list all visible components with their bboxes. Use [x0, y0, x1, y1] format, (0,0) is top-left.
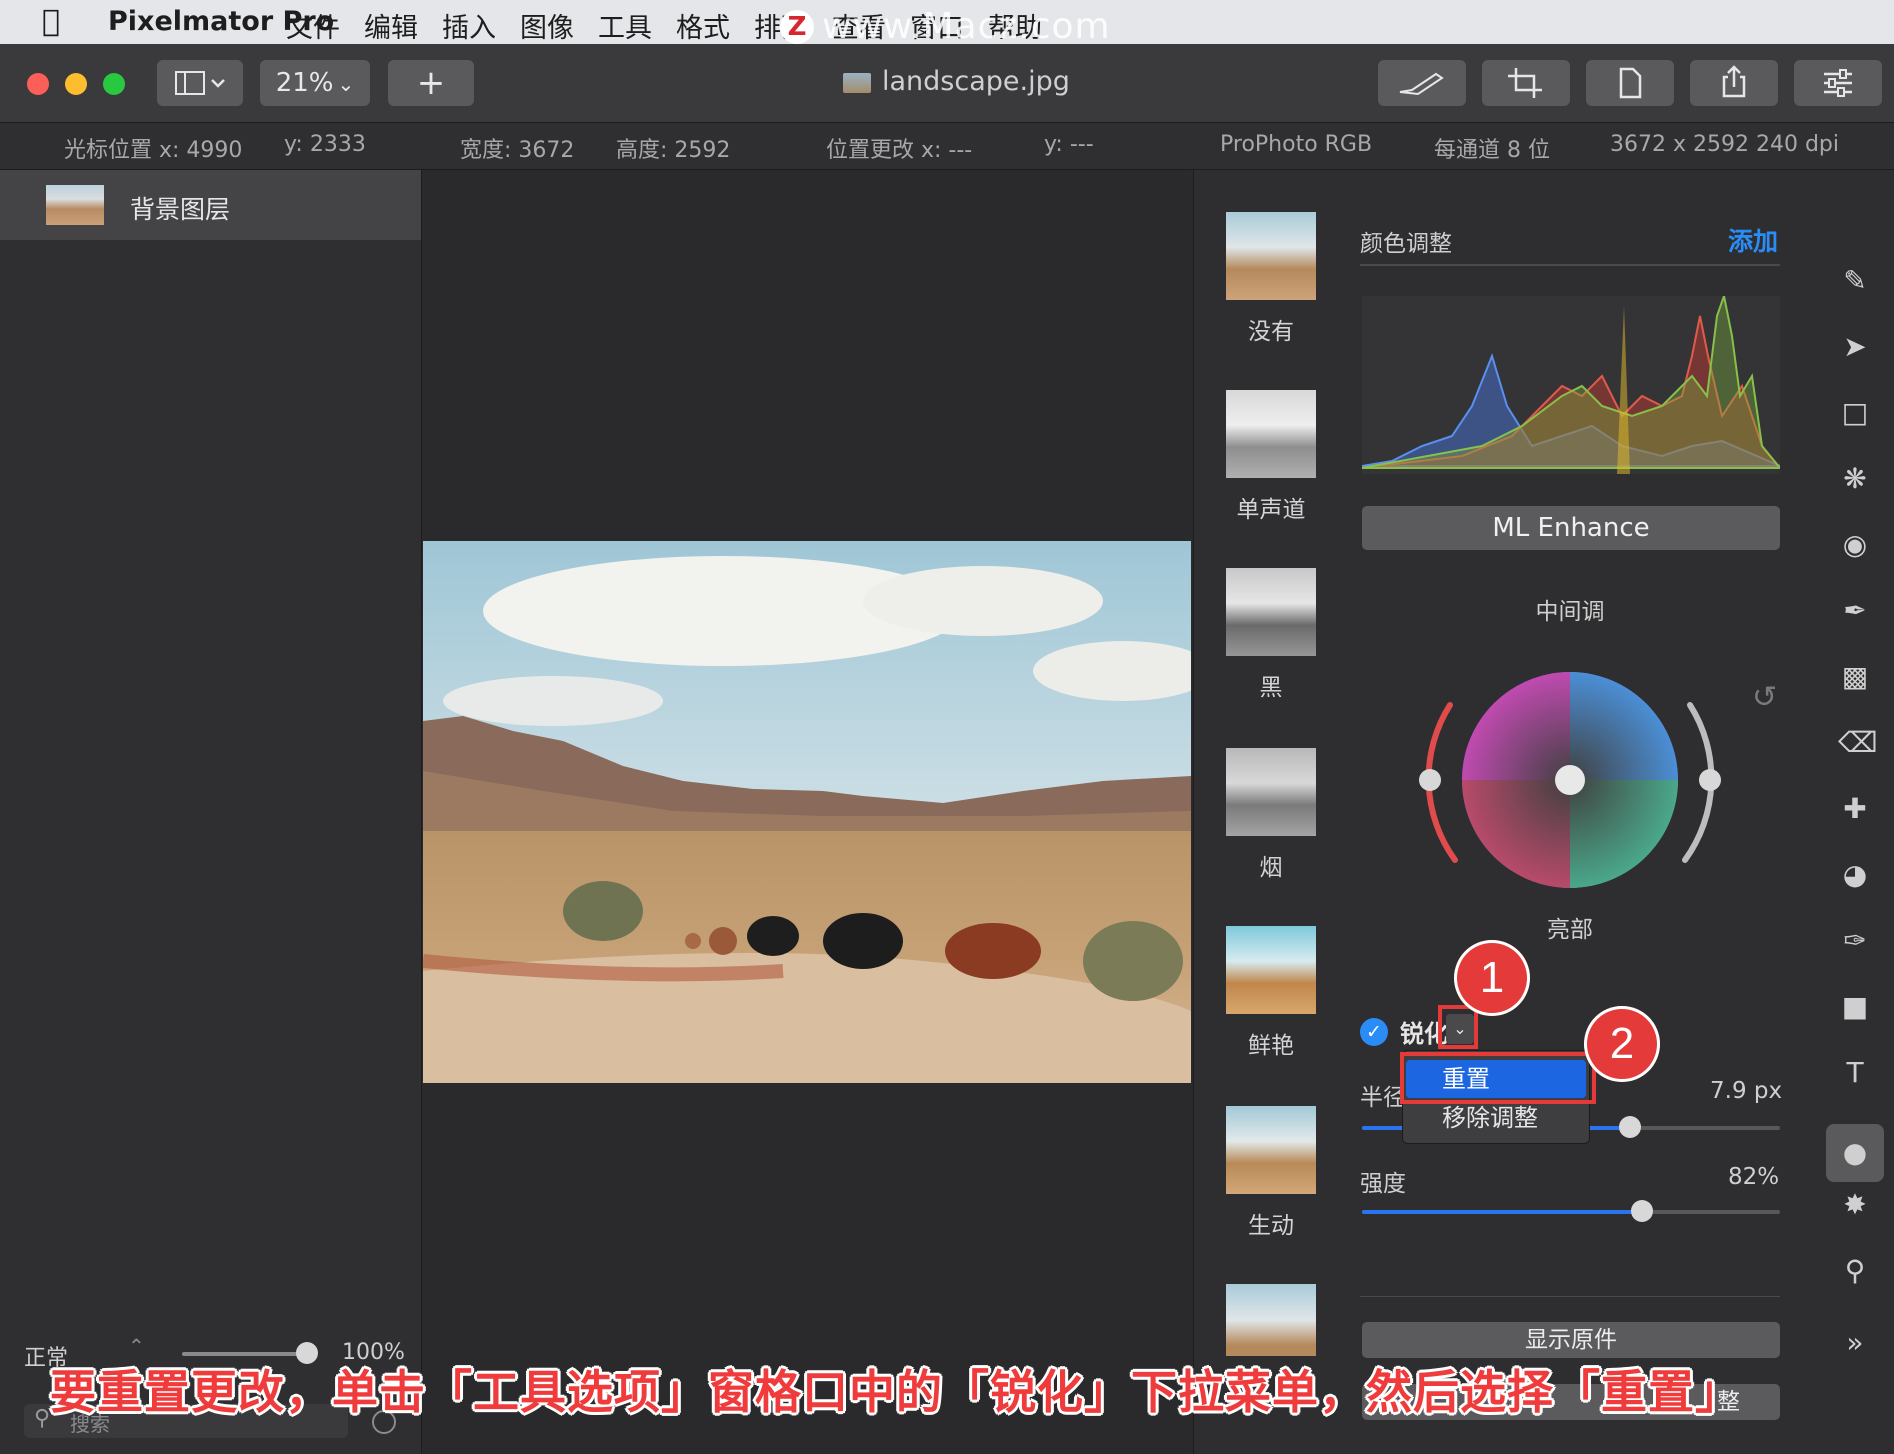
reset-icon[interactable]: ↺	[1752, 680, 1777, 715]
highlight-box	[1438, 1005, 1478, 1049]
landscape-photo	[423, 541, 1191, 1083]
show-original-button[interactable]: 显示原件	[1362, 1322, 1780, 1358]
radius-value: 7.9 px	[1710, 1078, 1783, 1104]
chevron-updown-icon: ⌃	[128, 1334, 145, 1358]
erase-tool-icon[interactable]: ⌫	[1838, 726, 1878, 760]
preset-label: 烟	[1259, 855, 1283, 881]
highlights-label: 亮部	[1547, 917, 1593, 943]
crop-icon	[1508, 68, 1542, 98]
crop-button[interactable]	[1482, 60, 1570, 106]
sidebar-toggle-button[interactable]	[157, 60, 243, 106]
fill-tool-icon[interactable]: ▩	[1838, 660, 1872, 694]
zoom-tool-icon[interactable]: ⚲	[1838, 1254, 1872, 1288]
brush-icon	[1399, 72, 1444, 96]
preset-thumbnail[interactable]	[1226, 1284, 1316, 1356]
quick-selection-tool-icon[interactable]: ◉	[1838, 528, 1872, 562]
search-icon: ⚲	[34, 1406, 51, 1431]
preset-thumbnail[interactable]	[1226, 212, 1316, 300]
layers-panel	[0, 170, 422, 1454]
zoom-select[interactable]: 21% ⌄	[260, 60, 370, 106]
step-badge: 2	[1584, 1006, 1660, 1082]
position-change-x: 位置更改 x: ---	[826, 138, 973, 163]
retouch-tool-icon[interactable]: ✚	[1838, 792, 1872, 826]
histogram	[1361, 292, 1783, 474]
watermark-logo: Z	[780, 10, 814, 44]
tool-options-button[interactable]	[1794, 60, 1882, 106]
ml-enhance-button[interactable]: ML Enhance	[1362, 506, 1780, 550]
layer-thumbnail	[46, 185, 104, 225]
preset-thumbnail[interactable]	[1226, 926, 1316, 1014]
type-tool-icon[interactable]: T	[1838, 1056, 1872, 1090]
sliders-icon	[1824, 69, 1852, 97]
preset-label: 黑	[1259, 675, 1283, 701]
image-height: 高度: 2592	[616, 138, 731, 163]
zoom-value: 21%	[275, 68, 334, 98]
share-button[interactable]	[1690, 60, 1778, 106]
cursor-y: y: 2333	[284, 132, 366, 157]
preset-label: 生动	[1248, 1213, 1294, 1239]
shape-tool-icon[interactable]: ■	[1838, 990, 1872, 1024]
menu-file[interactable]: 文件	[286, 6, 340, 45]
minimize-button[interactable]	[65, 73, 87, 95]
divider	[1360, 264, 1780, 266]
preset-thumbnail[interactable]	[1226, 748, 1316, 836]
step-badge: 1	[1454, 940, 1530, 1016]
preset-thumbnail[interactable]	[1226, 1106, 1316, 1194]
sharpen-checkbox[interactable]: ✓	[1360, 1018, 1388, 1046]
position-change-y: y: ---	[1044, 132, 1094, 157]
strength-slider-fill	[1362, 1210, 1642, 1214]
preset-thumbnail[interactable]	[1226, 390, 1316, 478]
zoom-window-button[interactable]	[103, 73, 125, 95]
cursor-x: 光标位置 x: 4990	[64, 138, 243, 163]
more-tools-icon[interactable]: »	[1838, 1326, 1872, 1360]
clone-tool-icon[interactable]: ◕	[1838, 858, 1872, 892]
menu-edit[interactable]: 编辑	[364, 6, 418, 45]
strength-value: 82%	[1728, 1164, 1780, 1190]
radius-slider-knob[interactable]	[1619, 1116, 1641, 1138]
bit-depth: 每通道 8 位	[1434, 138, 1550, 163]
effects-tool-icon[interactable]: ✸	[1838, 1188, 1872, 1222]
divider	[1360, 1296, 1780, 1297]
instruction-caption: 要重置更改，单击「工具选项」窗格口中的「锐化」下拉菜单，然后选择「重置」	[50, 1365, 1742, 1419]
color-wheel[interactable]	[1400, 660, 1740, 920]
style-tool-icon[interactable]: ✎	[1838, 264, 1872, 298]
strength-label: 强度	[1360, 1171, 1406, 1197]
arrange-tool-icon[interactable]: ➤	[1838, 330, 1872, 364]
format-button[interactable]	[1586, 60, 1674, 106]
midtones-label: 中间调	[1535, 599, 1605, 625]
brush-button[interactable]	[1378, 60, 1466, 106]
menu-format[interactable]: 格式	[676, 6, 730, 45]
color-adjust-tool-icon[interactable]: ●	[1826, 1124, 1884, 1182]
preset-thumbnail[interactable]	[1226, 568, 1316, 656]
close-button[interactable]	[27, 73, 49, 95]
selection-tool-icon[interactable]: □	[1838, 396, 1872, 430]
chevron-down-icon: ⌄	[337, 72, 355, 96]
watermark-text: www.Macz.com	[822, 6, 1111, 47]
sidebar-icon	[175, 71, 225, 95]
page-icon	[1619, 67, 1642, 99]
preset-label: 鲜艳	[1248, 1033, 1294, 1059]
share-icon	[1722, 65, 1746, 98]
image-width: 宽度: 3672	[460, 138, 575, 163]
lasso-tool-icon[interactable]: ❋	[1838, 462, 1872, 496]
color-profile: ProPhoto RGB	[1220, 132, 1373, 157]
layer-name: 背景图层	[130, 195, 231, 224]
document-thumbnail-icon	[843, 73, 871, 93]
strength-slider-knob[interactable]	[1631, 1200, 1653, 1222]
menu-tools[interactable]: 工具	[598, 6, 652, 45]
add-button[interactable]: +	[388, 60, 474, 106]
section-title: 颜色调整	[1360, 231, 1452, 257]
menu-image[interactable]: 图像	[520, 6, 574, 45]
add-adjustment-link[interactable]: 添加	[1728, 222, 1778, 258]
pen-tool-icon[interactable]: ✑	[1838, 924, 1872, 958]
preset-label: 没有	[1248, 319, 1294, 345]
preset-label: 单声道	[1236, 497, 1306, 523]
image-dimensions: 3672 x 2592 240 dpi	[1610, 132, 1840, 157]
apple-icon[interactable]: 	[42, 4, 60, 39]
document-title: landscape.jpg	[882, 66, 1070, 97]
highlight-box	[1400, 1052, 1596, 1104]
paint-tool-icon[interactable]: ✒	[1838, 594, 1872, 628]
menu-insert[interactable]: 插入	[442, 6, 496, 45]
